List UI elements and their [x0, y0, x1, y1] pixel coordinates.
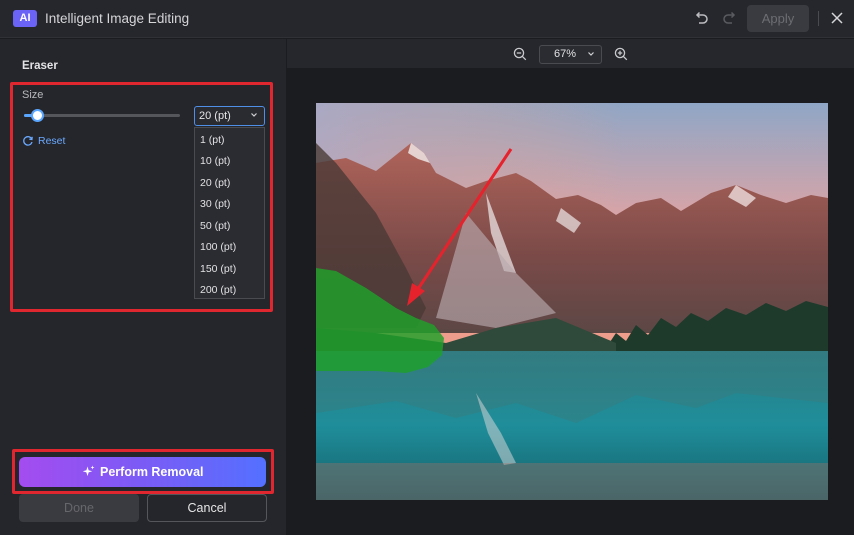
window-title: Intelligent Image Editing [45, 11, 190, 26]
zoom-value: 67% [554, 48, 577, 60]
size-option[interactable]: 10 (pt) [200, 155, 230, 167]
canvas-area: 67% [287, 39, 854, 535]
zoom-toolbar: 67% [287, 39, 854, 68]
size-dropdown: 1 (pt) 10 (pt) 20 (pt) 30 (pt) 50 (pt) 1… [194, 127, 265, 299]
zoom-out-icon[interactable] [513, 47, 527, 61]
zoom-in-icon[interactable] [614, 47, 628, 61]
perform-removal-button[interactable]: Perform Removal [19, 457, 266, 487]
title-divider [818, 11, 819, 26]
app-logo: AI [13, 10, 37, 27]
chevron-down-icon [588, 52, 594, 56]
warm-reflection [316, 463, 828, 500]
size-select-value: 20 (pt) [199, 110, 231, 122]
sparkle-icon [82, 465, 95, 477]
apply-button[interactable]: Apply [747, 5, 809, 32]
redo-icon[interactable] [721, 9, 739, 27]
zoom-select[interactable]: 67% [539, 45, 602, 64]
size-option[interactable]: 200 (pt) [200, 284, 236, 296]
perform-removal-label: Perform Removal [100, 465, 204, 479]
size-select[interactable]: 20 (pt) [194, 106, 265, 126]
eraser-panel: Eraser Size 20 (pt) 1 (pt) 10 (pt) 20 (p… [0, 39, 286, 535]
cancel-button[interactable]: Cancel [147, 494, 267, 522]
size-option[interactable]: 100 (pt) [200, 241, 236, 253]
reset-icon[interactable] [22, 135, 34, 147]
close-icon[interactable] [829, 10, 845, 26]
reset-link[interactable]: Reset [38, 135, 65, 147]
size-option[interactable]: 30 (pt) [200, 198, 230, 210]
size-slider-track[interactable] [24, 114, 180, 117]
size-slider-handle[interactable] [31, 109, 44, 122]
size-option[interactable]: 50 (pt) [200, 220, 230, 232]
size-option[interactable]: 20 (pt) [200, 177, 230, 189]
size-option[interactable]: 1 (pt) [200, 134, 225, 146]
size-option[interactable]: 150 (pt) [200, 263, 236, 275]
section-title: Eraser [22, 60, 58, 72]
title-bar: AI Intelligent Image Editing Apply [0, 0, 854, 38]
done-button[interactable]: Done [19, 494, 139, 522]
undo-icon[interactable] [692, 9, 710, 27]
chevron-down-icon [251, 113, 257, 117]
size-label: Size [22, 89, 44, 101]
mountain-lake-photo[interactable] [316, 103, 828, 500]
